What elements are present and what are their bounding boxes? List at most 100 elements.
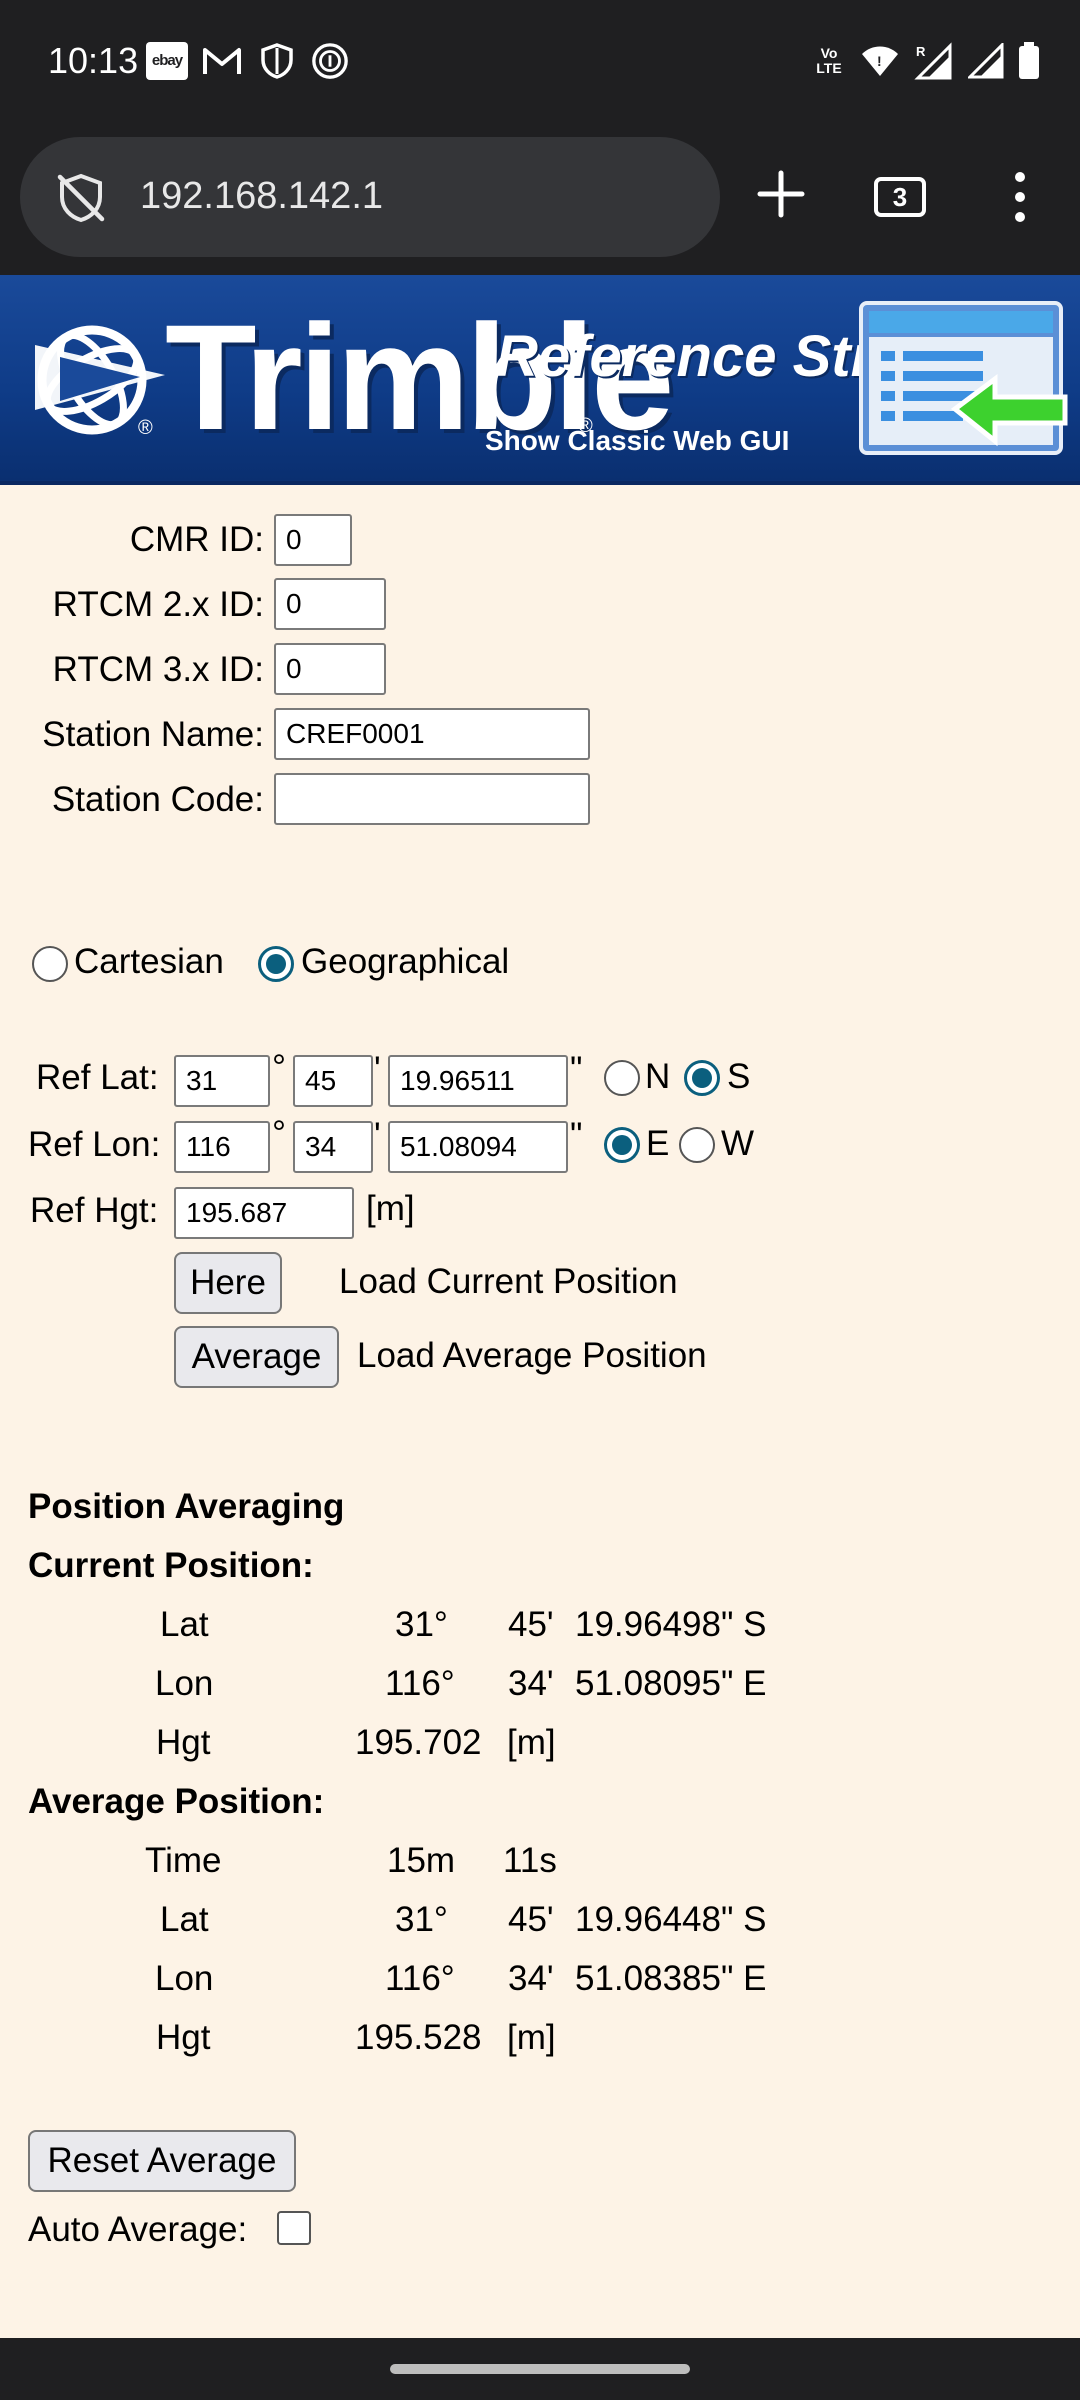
geographical-label[interactable]: Geographical: [301, 942, 509, 982]
lat-north-label[interactable]: N: [645, 1057, 670, 1097]
fingerprint-icon: [312, 43, 348, 79]
average-time-label: Time: [145, 1841, 222, 1880]
cmr-id-label: CMR ID:: [129, 520, 264, 559]
system-icons: Vo LTE ! R: [812, 42, 1040, 80]
rtcm2-id-label: RTCM 2.x ID:: [52, 585, 264, 624]
current-hgt-value: 195.702: [355, 1723, 482, 1762]
shield-check-icon: [261, 43, 293, 79]
station-code-label: Station Code:: [51, 780, 264, 819]
average-lat-label: Lat: [160, 1900, 209, 1939]
average-button[interactable]: Average: [174, 1326, 339, 1388]
average-lon-sec: 51.08385" E: [575, 1959, 767, 1998]
average-position-heading: Average Position:: [28, 1782, 325, 1821]
signal-icon: [968, 43, 1004, 79]
average-time-sec: 11s: [503, 1841, 557, 1880]
web-page: Trimble ® ® Reference Stn Show Classic W…: [0, 275, 1080, 2338]
address-bar[interactable]: 192.168.142.1: [20, 137, 720, 257]
tracking-protection-off-icon[interactable]: [54, 171, 108, 225]
current-lon-sec: 51.08095" E: [575, 1664, 767, 1703]
minute-symbol: ': [374, 1050, 381, 1089]
lon-west-label[interactable]: W: [721, 1124, 754, 1164]
wifi-icon: !: [862, 46, 898, 76]
tab-switcher-button[interactable]: 3: [874, 177, 926, 217]
current-position-heading: Current Position:: [28, 1546, 314, 1585]
average-hgt-label: Hgt: [156, 2018, 211, 2057]
load-current-position-label: Load Current Position: [339, 1262, 678, 1301]
degree-symbol: °: [272, 1048, 286, 1087]
cartesian-radio[interactable]: [32, 946, 68, 982]
average-hgt-unit: [m]: [507, 2018, 556, 2057]
new-tab-icon[interactable]: [752, 165, 810, 223]
lat-south-label[interactable]: S: [727, 1057, 750, 1097]
current-lon-min: 34': [508, 1664, 554, 1703]
signal-roaming-icon: R: [914, 42, 952, 80]
second-symbol: ": [570, 1116, 583, 1155]
lon-east-label[interactable]: E: [646, 1124, 669, 1164]
ref-lon-minutes-input[interactable]: [293, 1121, 373, 1173]
ref-hgt-unit: [m]: [366, 1189, 415, 1228]
degree-symbol: °: [272, 1114, 286, 1153]
lat-north-radio[interactable]: [604, 1060, 640, 1096]
current-hgt-label: Hgt: [156, 1723, 211, 1762]
lat-south-radio[interactable]: [684, 1060, 720, 1096]
url-text[interactable]: 192.168.142.1: [140, 175, 383, 218]
auto-average-checkbox[interactable]: [277, 2211, 311, 2245]
current-lat-deg: 31°: [395, 1605, 448, 1644]
svg-text:R: R: [916, 44, 926, 59]
current-lat-min: 45': [508, 1605, 554, 1644]
average-lat-sec: 19.96448" S: [575, 1900, 767, 1939]
browser-toolbar: 192.168.142.1 3: [0, 125, 1080, 275]
geographical-radio[interactable]: [258, 946, 294, 982]
ref-lon-degrees-input[interactable]: [174, 1121, 270, 1173]
average-hgt-value: 195.528: [355, 2018, 482, 2057]
status-time: 10:13: [48, 40, 139, 81]
current-lat-sec: 19.96498" S: [575, 1605, 767, 1644]
station-code-input[interactable]: [274, 773, 590, 825]
rtcm3-id-input[interactable]: [274, 643, 386, 695]
volte-icon: Vo LTE: [816, 45, 842, 76]
cartesian-label[interactable]: Cartesian: [74, 942, 224, 982]
here-button[interactable]: Here: [174, 1252, 282, 1314]
ref-lon-label: Ref Lon:: [28, 1125, 161, 1164]
ref-lat-minutes-input[interactable]: [293, 1055, 373, 1107]
ref-lat-degrees-input[interactable]: [174, 1055, 270, 1107]
average-lon-min: 34': [508, 1959, 554, 1998]
current-lon-deg: 116°: [385, 1664, 455, 1703]
average-lon-label: Lon: [155, 1959, 214, 1998]
home-gesture-handle[interactable]: [390, 2364, 690, 2374]
show-classic-gui-link[interactable]: Show Classic Web GUI: [485, 425, 789, 457]
second-symbol: ": [570, 1050, 583, 1089]
battery-icon: [1019, 42, 1039, 79]
current-hgt-unit: [m]: [507, 1723, 556, 1762]
minute-symbol: ': [374, 1116, 381, 1155]
gesture-nav-bar: [0, 2338, 1080, 2400]
ref-lon-seconds-input[interactable]: [388, 1121, 568, 1173]
current-lon-label: Lon: [155, 1664, 214, 1703]
auto-average-label: Auto Average:: [28, 2210, 248, 2249]
lon-west-radio[interactable]: [679, 1127, 715, 1163]
ref-lat-seconds-input[interactable]: [388, 1055, 568, 1107]
load-average-position-label: Load Average Position: [357, 1336, 707, 1375]
position-averaging-heading: Position Averaging: [28, 1487, 345, 1526]
page-title: Reference Stn: [496, 324, 887, 389]
registered-mark: ®: [138, 417, 153, 439]
header-banner: Trimble ® ® Reference Stn Show Classic W…: [0, 275, 1080, 485]
classic-gui-arrow-icon[interactable]: [855, 297, 1080, 477]
ref-lat-label: Ref Lat:: [36, 1058, 159, 1097]
status-bar: 10:13 ebay Vo LTE ! R: [0, 0, 1080, 125]
average-lat-min: 45': [508, 1900, 554, 1939]
lon-east-radio[interactable]: [604, 1127, 640, 1163]
ref-hgt-input[interactable]: [174, 1187, 354, 1239]
average-time-min: 15m: [387, 1841, 456, 1880]
reset-average-button[interactable]: Reset Average: [28, 2130, 296, 2192]
station-name-input[interactable]: [274, 708, 590, 760]
rtcm2-id-input[interactable]: [274, 578, 386, 630]
svg-text:!: !: [877, 53, 882, 69]
gmail-icon: [203, 48, 241, 74]
ebay-icon: ebay: [146, 42, 188, 80]
cmr-id-input[interactable]: [274, 514, 352, 566]
average-lon-deg: 116°: [385, 1959, 455, 1998]
rtcm3-id-label: RTCM 3.x ID:: [52, 650, 264, 689]
overflow-menu-icon[interactable]: [1000, 169, 1040, 225]
current-lat-label: Lat: [160, 1605, 209, 1644]
